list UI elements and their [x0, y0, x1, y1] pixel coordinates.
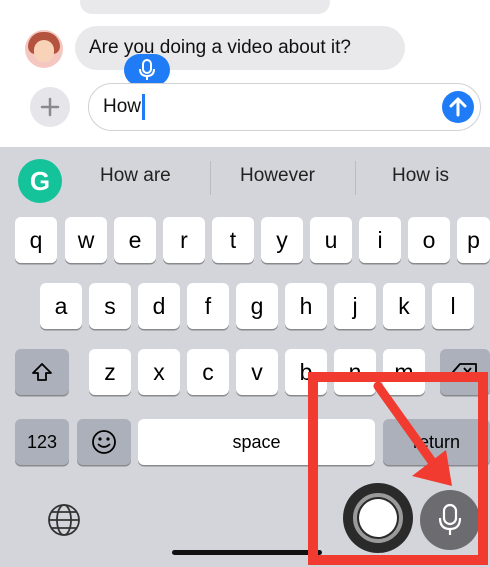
suggestion-divider	[355, 161, 356, 195]
key-j[interactable]: j	[334, 283, 376, 329]
shift-key[interactable]	[15, 349, 69, 395]
key-y[interactable]: y	[261, 217, 303, 263]
key-u[interactable]: u	[310, 217, 352, 263]
microphone-icon	[139, 59, 155, 80]
key-g[interactable]: g	[236, 283, 278, 329]
text-cursor	[142, 94, 146, 120]
dictation-indicator[interactable]	[124, 54, 170, 86]
shift-icon	[32, 363, 52, 381]
suggestion-3[interactable]: How is	[392, 165, 449, 187]
home-indicator	[172, 550, 322, 555]
arrow-up-icon	[449, 97, 467, 117]
predictive-bar: G How are However How is	[0, 147, 490, 209]
globe-icon	[48, 504, 80, 536]
key-c[interactable]: c	[187, 349, 229, 395]
key-z[interactable]: z	[89, 349, 131, 395]
emoji-icon	[92, 430, 116, 454]
key-d[interactable]: d	[138, 283, 180, 329]
send-button[interactable]	[442, 91, 474, 123]
add-attachment-button[interactable]	[30, 87, 70, 127]
globe-key[interactable]	[46, 502, 82, 538]
annotation-arrow	[373, 381, 452, 486]
contact-avatar[interactable]	[25, 30, 63, 68]
key-o[interactable]: o	[408, 217, 450, 263]
key-t[interactable]: t	[212, 217, 254, 263]
key-s[interactable]: s	[89, 283, 131, 329]
emoji-key[interactable]	[77, 419, 131, 465]
message-input-text: How	[103, 96, 142, 117]
key-i[interactable]: i	[359, 217, 401, 263]
key-x[interactable]: x	[138, 349, 180, 395]
suggestion-divider	[210, 161, 211, 195]
key-h[interactable]: h	[285, 283, 327, 329]
suggestion-2[interactable]: However	[240, 165, 315, 187]
key-w[interactable]: w	[65, 217, 107, 263]
key-f[interactable]: f	[187, 283, 229, 329]
grammarly-icon[interactable]: G	[18, 159, 62, 203]
key-e[interactable]: e	[114, 217, 156, 263]
numbers-key[interactable]: 123	[15, 419, 69, 465]
key-v[interactable]: v	[236, 349, 278, 395]
incoming-message-text: Are you doing a video about it?	[89, 37, 351, 58]
key-k[interactable]: k	[383, 283, 425, 329]
key-l[interactable]: l	[432, 283, 474, 329]
key-q[interactable]: q	[15, 217, 57, 263]
key-r[interactable]: r	[163, 217, 205, 263]
key-a[interactable]: a	[40, 283, 82, 329]
key-p[interactable]: p	[457, 217, 490, 263]
message-input[interactable]: How	[88, 83, 481, 131]
previous-message-bubble	[80, 0, 330, 14]
plus-icon	[40, 97, 60, 117]
suggestion-1[interactable]: How are	[100, 165, 171, 187]
